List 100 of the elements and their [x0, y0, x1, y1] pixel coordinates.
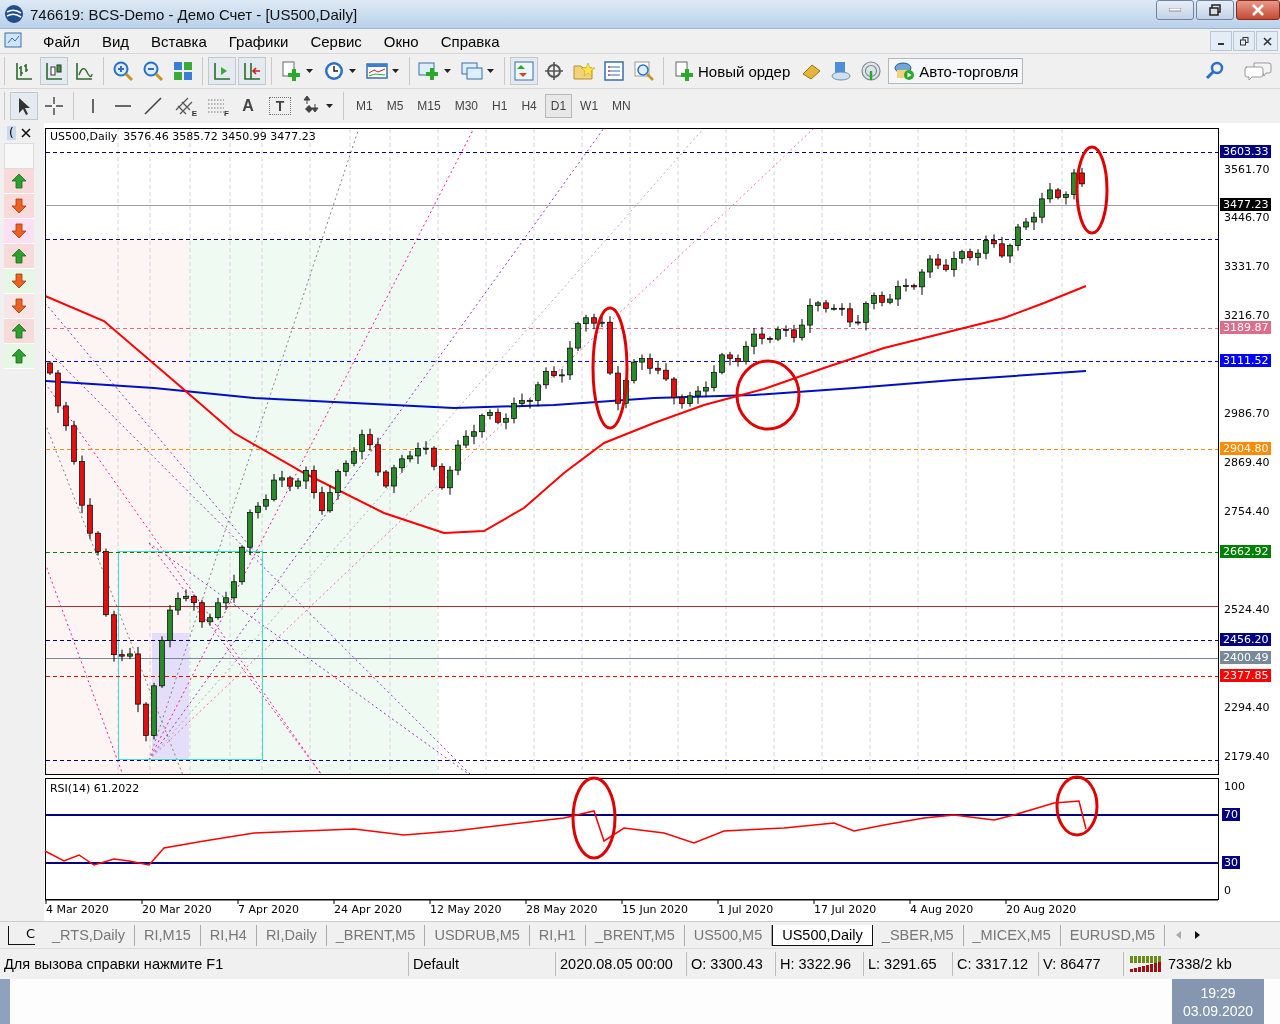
signal-row[interactable] [4, 169, 34, 194]
close-icon [1252, 4, 1264, 16]
status-open: O: 3300.43 [687, 952, 776, 976]
date-axis-label: 17 Jul 2020 [813, 903, 877, 916]
app-logo-icon [4, 4, 24, 24]
down-arrow-icon [10, 298, 27, 314]
restore-icon [1239, 36, 1249, 46]
chart-tab[interactable]: _BRENT,M5 [585, 924, 685, 946]
label-tool-button[interactable]: T [266, 94, 294, 118]
minimize-chart-button[interactable] [1210, 31, 1232, 51]
status-low: L: 3291.65 [864, 952, 953, 976]
chart-tab[interactable]: EURUSD,M5 [1060, 924, 1166, 946]
close-button[interactable] [1236, 0, 1280, 20]
date-axis-label: 28 May 2020 [525, 903, 598, 916]
minimize-button[interactable] [1156, 0, 1194, 20]
chart-tab[interactable]: RI,M15 [135, 924, 201, 946]
chart-tab[interactable]: RI,H4 [200, 924, 257, 946]
timeframe-button[interactable]: M5 [380, 94, 410, 118]
timeframe-button[interactable]: W1 [574, 94, 605, 118]
panel-tab[interactable]: C [8, 925, 35, 945]
restore-button[interactable] [1196, 0, 1234, 20]
date-axis-label: 4 Aug 2020 [909, 903, 974, 916]
timeframe-button[interactable]: MN [606, 94, 637, 118]
close-chart-button[interactable] [1256, 31, 1278, 51]
chart-tab[interactable]: _BRENT,M5 [326, 924, 426, 946]
price-line-label: 3189.87 [1219, 321, 1272, 334]
candlestick-icon[interactable] [41, 58, 67, 84]
highlight-ellipse [735, 359, 801, 431]
chart-tab[interactable]: US500,Daily [772, 924, 873, 946]
menu-item[interactable]: Файл [32, 32, 91, 50]
caret-icon[interactable] [392, 68, 399, 74]
down-arrow-icon [10, 198, 27, 214]
auto-trading-button[interactable]: Авто-торговля [888, 58, 1024, 84]
timeframe-button[interactable]: M1 [350, 94, 379, 118]
signal-row[interactable] [4, 244, 34, 269]
new-order-button[interactable]: Новый ордер [670, 59, 795, 83]
date-axis-label: 12 May 2020 [429, 903, 502, 916]
close-icon[interactable] [20, 128, 31, 138]
chart-tab[interactable]: _SBER,M5 [872, 924, 964, 946]
signal-row[interactable] [4, 194, 34, 219]
menu-item[interactable]: Графики [217, 32, 300, 50]
status-profile: Default [409, 952, 556, 976]
chart-tab[interactable]: _MICEX,M5 [963, 924, 1061, 946]
market-watch-icon[interactable] [511, 58, 537, 84]
price-line-label: 3477.23 [1219, 198, 1272, 211]
signal-row[interactable] [4, 219, 34, 244]
chart-tab[interactable]: RI,H1 [529, 924, 586, 946]
price-axis-label: 3331.70 [1223, 260, 1270, 273]
signal-row[interactable] [4, 319, 34, 344]
timeframe-button[interactable]: M15 [411, 94, 447, 118]
connection-bars-icon [1130, 956, 1162, 972]
caret-icon[interactable] [487, 68, 494, 74]
timeframe-button[interactable]: H4 [515, 94, 543, 118]
text-tool-button[interactable]: A [234, 94, 262, 118]
price-axis-label: 3446.70 [1223, 211, 1270, 224]
status-traffic: 7338/2 kb [1168, 956, 1232, 972]
restore-chart-button[interactable] [1233, 31, 1255, 51]
timeframe-button[interactable]: H1 [486, 94, 514, 118]
date-axis-label: 24 Apr 2020 [333, 903, 402, 916]
price-axis-label: 2294.40 [1223, 701, 1270, 714]
auto-scroll-icon[interactable] [239, 58, 265, 84]
signal-row[interactable] [4, 294, 34, 319]
caret-icon[interactable] [306, 68, 313, 74]
price-axis-label: 2869.40 [1223, 456, 1270, 469]
menu-item[interactable]: Справка [429, 32, 511, 50]
timeframe-button[interactable]: D1 [544, 94, 573, 118]
caret-icon[interactable] [349, 68, 356, 74]
menu-item[interactable]: Вид [90, 32, 141, 50]
timeframe-button[interactable]: M30 [448, 94, 485, 118]
status-help: Для вызова справки нажмите F1 [0, 952, 409, 976]
price-axis-label: 2179.40 [1223, 750, 1270, 763]
chart-tab[interactable]: RI,Daily [256, 924, 327, 946]
price-axis-label: 2986.70 [1223, 407, 1270, 420]
date-axis-label: 7 Apr 2020 [237, 903, 299, 916]
price-line-label: 2400.49 [1219, 651, 1272, 664]
rsi-axis-label: 30 [1221, 856, 1240, 869]
scroll-right-icon[interactable] [1193, 930, 1202, 940]
caret-icon[interactable] [444, 68, 451, 74]
chart-tab[interactable]: _RTS,Daily [43, 924, 136, 946]
list-window-icon[interactable] [601, 58, 627, 84]
price-line-label: 3603.33 [1219, 145, 1272, 158]
chart-tab[interactable]: USDRUB,M5 [425, 924, 530, 946]
signal-row[interactable] [4, 344, 34, 369]
up-arrow-icon [10, 248, 27, 264]
fibonacci-tool-button[interactable]: F [202, 94, 230, 118]
price-line-label: 2456.20 [1219, 633, 1272, 646]
date-axis-label: 4 Mar 2020 [45, 903, 109, 916]
menu-item[interactable]: Сервис [299, 32, 373, 50]
cursor-icon[interactable] [11, 93, 37, 119]
signal-row[interactable] [4, 269, 34, 294]
panel-tab[interactable]: ( [7, 126, 16, 140]
rsi-axis-label: 0 [1222, 884, 1232, 897]
menu-item[interactable]: Окно [372, 32, 430, 50]
close-icon [1262, 36, 1272, 46]
caret-icon[interactable] [326, 103, 333, 109]
panel-header-row [4, 143, 34, 169]
chart-shift-icon[interactable] [209, 58, 235, 84]
channel-tool-button[interactable]: E [170, 94, 198, 118]
menu-item[interactable]: Вставка [140, 32, 218, 50]
price-line-label: 2904.80 [1219, 442, 1272, 455]
